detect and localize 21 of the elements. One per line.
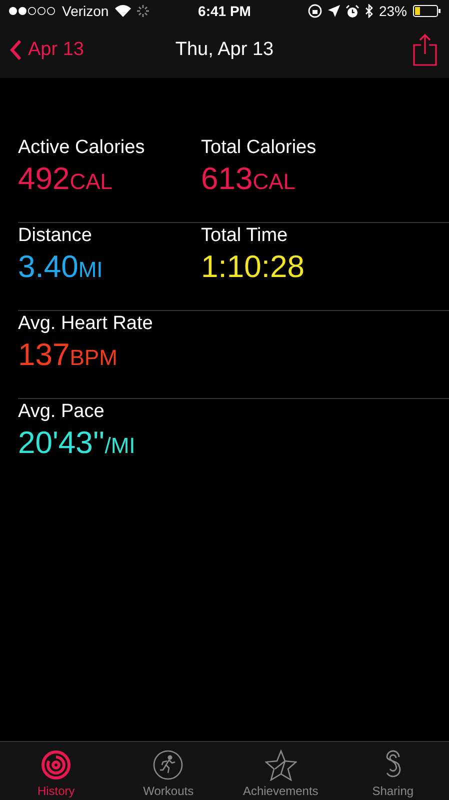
metric-value: 3.40MI (18, 249, 104, 285)
metric-label: Avg. Heart Rate (18, 313, 154, 335)
back-button[interactable]: Apr 13 (10, 39, 84, 61)
tab[interactable]: Workouts (112, 742, 224, 800)
metric-value: 137BPM (18, 337, 118, 373)
metric-label: Total Calories (201, 137, 318, 159)
metric-value: 20'43''/MI (18, 425, 136, 461)
metric-value: 1:10:28 (201, 249, 306, 285)
metric-label: Total Time (201, 225, 289, 247)
tab[interactable]: Sharing (336, 742, 449, 800)
tab[interactable]: Achievements (224, 742, 337, 800)
metric-value: 613CAL (201, 161, 297, 197)
tab[interactable]: History (0, 742, 112, 800)
status-time: 6:41 PM (198, 3, 251, 19)
metric-value: 492CAL (18, 161, 114, 197)
battery-percent: 23% (378, 3, 408, 19)
page-title: Thu, Apr 13 (175, 39, 274, 61)
metric-label: Active Calories (18, 137, 146, 159)
carrier-name: Verizon (62, 3, 109, 19)
metric-label: Avg. Pace (18, 401, 106, 423)
metric-label: Distance (18, 225, 93, 247)
